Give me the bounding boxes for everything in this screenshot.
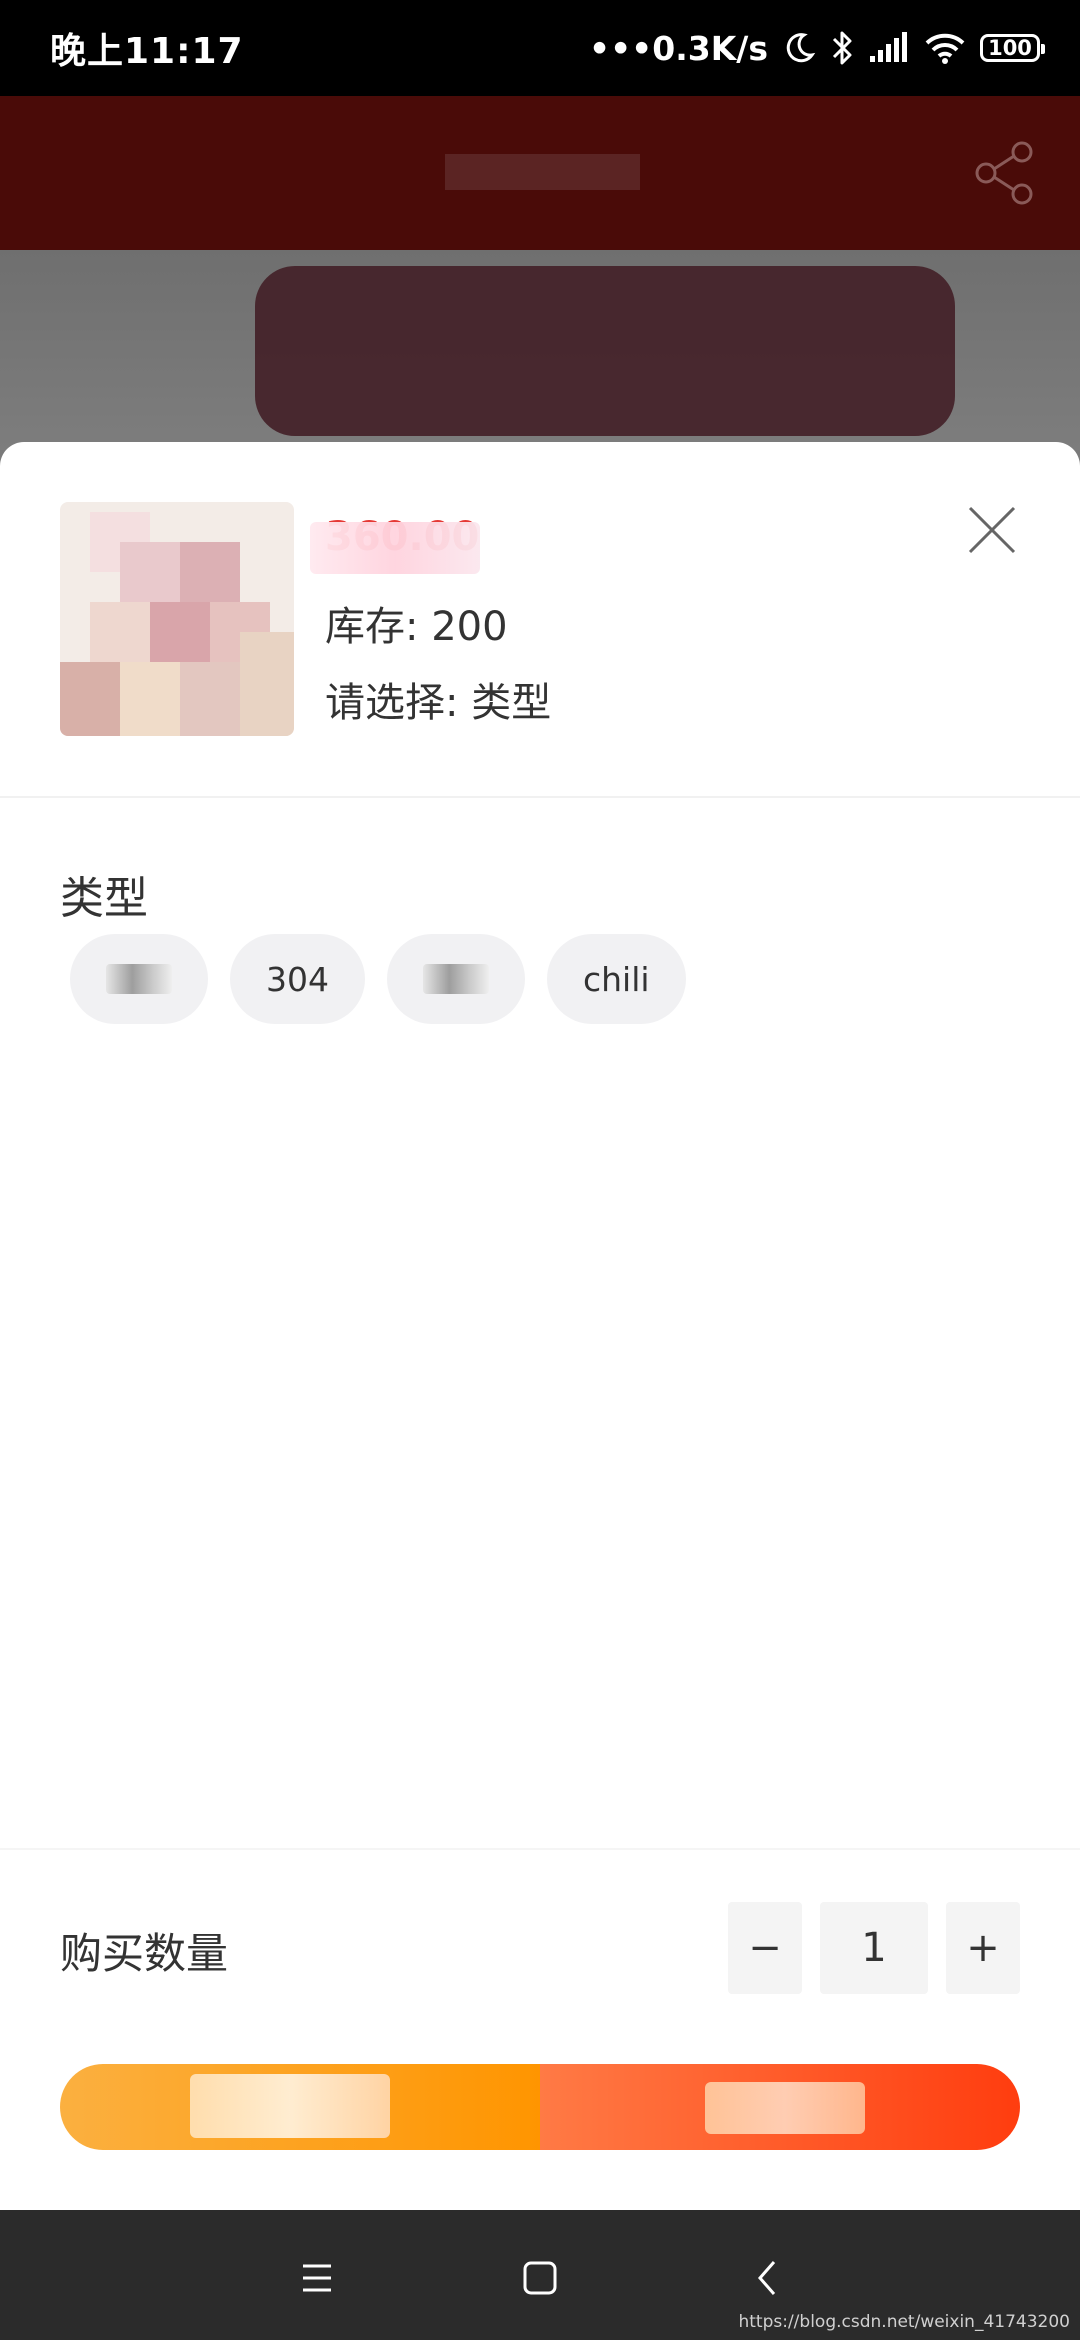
selection-hint: 请选择: 类型 [325,680,552,726]
more-dots-icon: ••• [588,28,653,68]
stock-text: 库存: 200 [325,604,508,650]
close-icon[interactable] [964,502,1020,558]
system-navigation-bar: https://blog.csdn.net/weixin_41743200 [0,2210,1080,2340]
thumb-tile [240,632,294,736]
buy-now-button[interactable] [540,2064,1020,2150]
status-icons: •••0.3K/s 100 [589,20,1045,76]
background-header [0,96,1080,250]
action-buttons [60,2064,1020,2150]
chip-blur-mask [106,964,172,994]
type-option-chip[interactable] [387,934,525,1024]
moon-icon [786,33,816,63]
home-icon[interactable] [512,2250,568,2306]
quantity-row: 购买数量 − 1 + [0,1848,1080,2000]
background-title-blur [445,154,640,190]
chip-label: 304 [266,959,329,999]
thumb-tile [120,542,180,602]
back-icon[interactable] [740,2250,796,2306]
battery-level: 100 [988,36,1032,60]
status-bar: 晚上11:17 •••0.3K/s 100 [0,0,1080,96]
chip-blur-mask [423,964,489,994]
menu-icon[interactable] [289,2250,345,2306]
thumb-tile [120,662,180,736]
type-option-chip[interactable] [70,934,208,1024]
thumb-tile [150,602,210,662]
status-time: 晚上11:17 [50,31,244,72]
button-blur-mask [190,2074,390,2138]
increase-button[interactable]: + [946,1902,1020,1994]
price-blur-mask [310,522,480,574]
type-option-chip[interactable]: 304 [230,934,365,1024]
background-banner-blur [255,266,955,436]
watermark-text: https://blog.csdn.net/weixin_41743200 [738,2312,1070,2332]
product-thumbnail [60,502,294,736]
screen: 晚上11:17 •••0.3K/s 100 库存: 200 请选择: 类型 类型… [0,0,1080,2340]
thumb-tile [90,602,150,662]
chip-label: chili [583,959,650,999]
bluetooth-icon [832,31,852,65]
thumb-tile [60,662,120,736]
type-section-title: 类型 [60,873,148,924]
sheet-header: 360.00 库存: 200 请选择: 类型 [0,442,1080,798]
wifi-icon [925,33,965,64]
network-speed-value: 0.3K/s [652,28,768,68]
decrease-button[interactable]: − [728,1902,802,1994]
thumb-tile [180,542,240,602]
quantity-stepper: − 1 + [728,1902,1020,1994]
thumb-tile [180,662,240,736]
network-speed: •••0.3K/s [589,29,768,68]
share-icon[interactable] [972,140,1038,206]
sku-selection-sheet: 360.00 库存: 200 请选择: 类型 类型 304 c [0,442,1080,2210]
battery-icon: 100 [980,34,1045,62]
quantity-label: 购买数量 [60,1929,229,1978]
quantity-value[interactable]: 1 [820,1902,928,1994]
button-blur-mask [705,2082,865,2134]
type-option-chip[interactable]: chili [547,934,686,1024]
signal-icon [870,32,907,62]
type-options: 304 chili [70,934,686,1024]
add-to-cart-button[interactable] [60,2064,540,2150]
